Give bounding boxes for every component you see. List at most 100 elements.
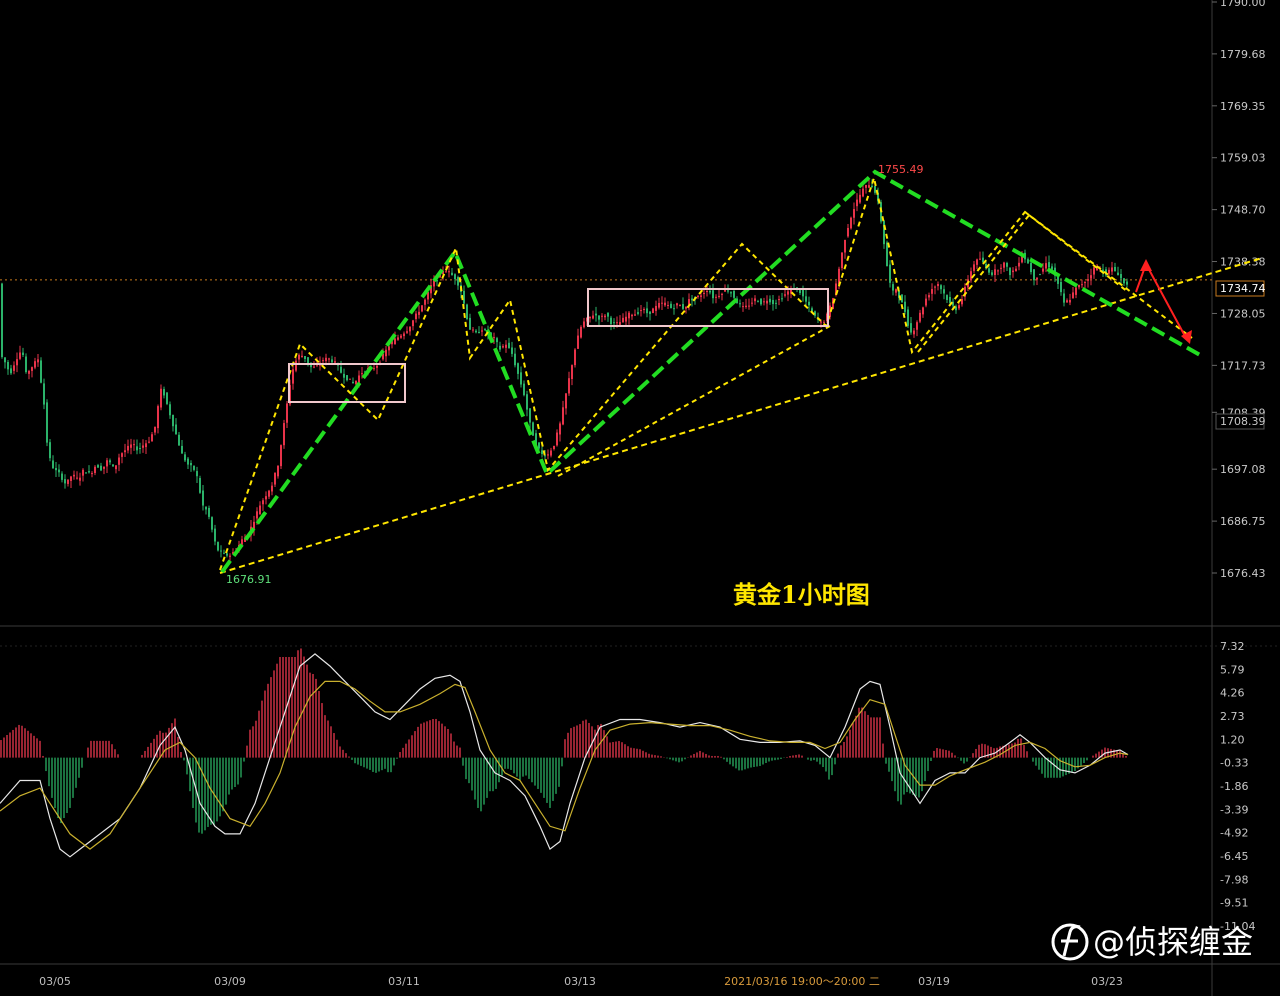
macd-tick-label: 4.26 <box>1220 687 1245 700</box>
candle-body <box>79 477 81 481</box>
candle-body <box>745 305 747 308</box>
candle-body <box>88 471 90 473</box>
candle-body <box>388 346 390 351</box>
candle-body <box>130 444 132 448</box>
candle-body <box>1048 262 1050 268</box>
candle-body <box>340 366 342 373</box>
candle-body <box>502 346 504 348</box>
candle-body <box>718 295 720 297</box>
candle-body <box>1108 269 1110 274</box>
candle-body <box>934 286 936 288</box>
candle-body <box>841 252 843 269</box>
candle-body <box>958 305 960 309</box>
candle-body <box>148 441 150 443</box>
candle-body <box>517 363 519 374</box>
candle-body <box>769 298 771 303</box>
candle-body <box>733 290 735 298</box>
consolidation-box-1 <box>288 363 406 403</box>
candle-body <box>850 217 852 229</box>
price-tick-label: 1748.70 <box>1220 204 1266 217</box>
date-tick-label: 03/23 <box>1091 975 1123 988</box>
candle-body <box>154 426 156 433</box>
price-tick-label: 1759.03 <box>1220 152 1266 165</box>
candle-body <box>601 315 603 317</box>
candle-body <box>49 442 51 459</box>
candle-body <box>907 309 909 326</box>
candle-body <box>565 393 567 409</box>
candle-body <box>508 342 510 348</box>
candle-body <box>241 539 243 545</box>
candle-body <box>358 375 360 383</box>
candle-body <box>886 242 888 267</box>
candle-body <box>1015 268 1017 272</box>
yellow-channel-lower <box>917 213 1031 353</box>
macd-tick-label: 7.32 <box>1220 640 1245 653</box>
candle-body <box>37 359 39 363</box>
price-tick-label: 1686.75 <box>1220 515 1266 528</box>
candle-body <box>781 298 783 300</box>
candle-body <box>556 432 558 446</box>
candle-body <box>1063 293 1065 303</box>
candle-body <box>1120 274 1122 279</box>
candle-body <box>193 465 195 470</box>
candle-body <box>571 365 573 379</box>
candle-body <box>1066 300 1068 303</box>
candle-body <box>385 349 387 357</box>
candle-body <box>805 296 807 302</box>
candle-body <box>13 365 15 371</box>
candle-body <box>373 368 375 370</box>
candle-body <box>328 358 330 360</box>
macd-tick-label: -1.86 <box>1220 780 1248 793</box>
candle-body <box>256 511 258 519</box>
candle-body <box>40 360 42 383</box>
candle-body <box>46 402 48 443</box>
candle-body <box>652 308 654 314</box>
candle-body <box>988 268 990 273</box>
candle-body <box>712 290 714 299</box>
candle-body <box>421 305 423 312</box>
candle-body <box>544 455 546 457</box>
candle-body <box>400 335 402 338</box>
candle-body <box>706 290 708 292</box>
candle-body <box>307 357 309 364</box>
candle-body <box>727 290 729 292</box>
candle-body <box>589 316 591 319</box>
candle-body <box>445 271 447 273</box>
candle-body <box>649 311 651 314</box>
candle-body <box>748 305 750 307</box>
candle-body <box>787 291 789 295</box>
candle-body <box>97 465 99 468</box>
candle-body <box>763 301 765 303</box>
candle-body <box>610 317 612 325</box>
price-tick-label: 1738.38 <box>1220 256 1266 269</box>
candle-body <box>268 490 270 497</box>
candle-body <box>409 326 411 332</box>
candle-body <box>52 460 54 469</box>
candle-body <box>94 466 96 474</box>
candle-body <box>658 302 660 308</box>
candle-body <box>1060 281 1062 293</box>
candle-body <box>1030 262 1032 273</box>
candle-body <box>616 322 618 324</box>
candle-body <box>619 322 621 325</box>
candle-body <box>637 312 639 314</box>
candle-body <box>754 298 756 302</box>
candle-body <box>1126 281 1128 285</box>
candle-body <box>871 185 873 188</box>
candle-body <box>253 521 255 529</box>
candle-body <box>157 406 159 429</box>
candle-body <box>265 496 267 500</box>
candle-body <box>766 300 768 304</box>
candle-body <box>403 333 405 337</box>
candle-body <box>280 445 282 467</box>
macd-tick-label: 5.79 <box>1220 663 1245 676</box>
candle-body <box>178 434 180 446</box>
candle-body <box>1078 284 1080 288</box>
low-label: 1676.91 <box>226 573 272 586</box>
candle-body <box>127 445 129 451</box>
candle-body <box>1039 274 1041 276</box>
candle-body <box>211 517 213 530</box>
candle-body <box>472 329 474 331</box>
marked-price-value: 1708.39 <box>1220 415 1266 428</box>
price-tick-label: 1676.43 <box>1220 567 1266 580</box>
